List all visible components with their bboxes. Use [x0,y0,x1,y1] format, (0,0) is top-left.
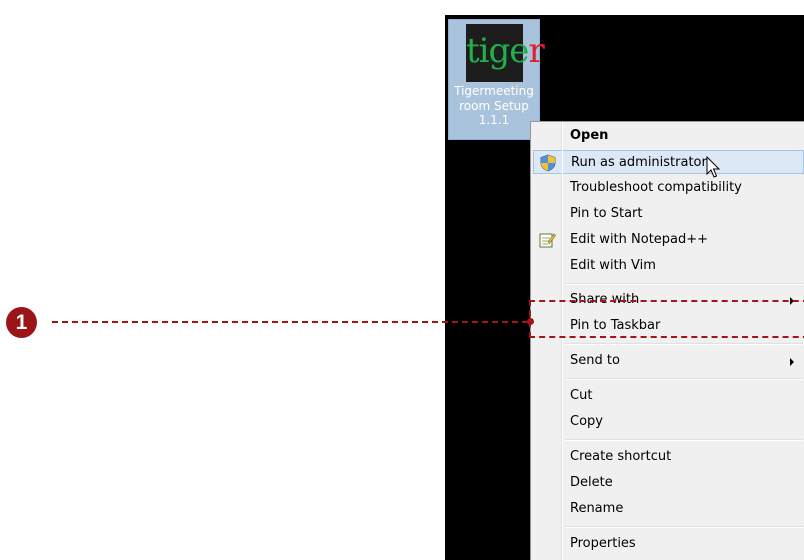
desktop-icon-tigermeeting-setup[interactable]: tiger Tigermeeting room Setup 1.1.1 [448,19,545,140]
menu-separator [565,526,803,528]
mouse-pointer-icon [706,156,721,178]
menu-separator [565,343,803,345]
menu-item-run-as-administrator[interactable]: Run as administrator [533,150,804,174]
menu-item-edit-with-notepad-plus-plus[interactable]: Edit with Notepad++ [533,228,804,252]
uac-shield-icon [540,154,556,172]
menu-item-cut[interactable]: Cut [533,384,804,408]
context-menu: Open Run as administrator Troubleshoot c… [530,121,804,560]
menu-item-send-to[interactable]: Send to [533,349,804,373]
callout-number-badge: 1 [6,307,37,338]
menu-item-rename[interactable]: Rename [533,497,804,521]
menu-item-open[interactable]: Open [533,124,804,148]
notepad-plus-plus-icon [539,233,556,248]
desktop-icon-caption: Tigermeeting room Setup 1.1.1 [454,84,534,127]
menu-item-troubleshoot-compatibility[interactable]: Troubleshoot compatibility [533,176,804,200]
tiger-logo-icon: tiger [466,24,545,82]
menu-separator [565,378,803,380]
menu-separator [565,439,803,441]
menu-item-delete[interactable]: Delete [533,471,804,495]
callout-leader-line [52,321,528,323]
submenu-arrow-icon [790,358,794,366]
menu-item-properties[interactable]: Properties [533,532,804,556]
menu-item-pin-to-start[interactable]: Pin to Start [533,202,804,226]
callout-highlight-box [529,300,804,338]
menu-item-edit-with-vim[interactable]: Edit with Vim [533,254,804,278]
menu-item-copy[interactable]: Copy [533,410,804,434]
menu-separator [565,283,803,285]
menu-item-create-shortcut[interactable]: Create shortcut [533,445,804,469]
